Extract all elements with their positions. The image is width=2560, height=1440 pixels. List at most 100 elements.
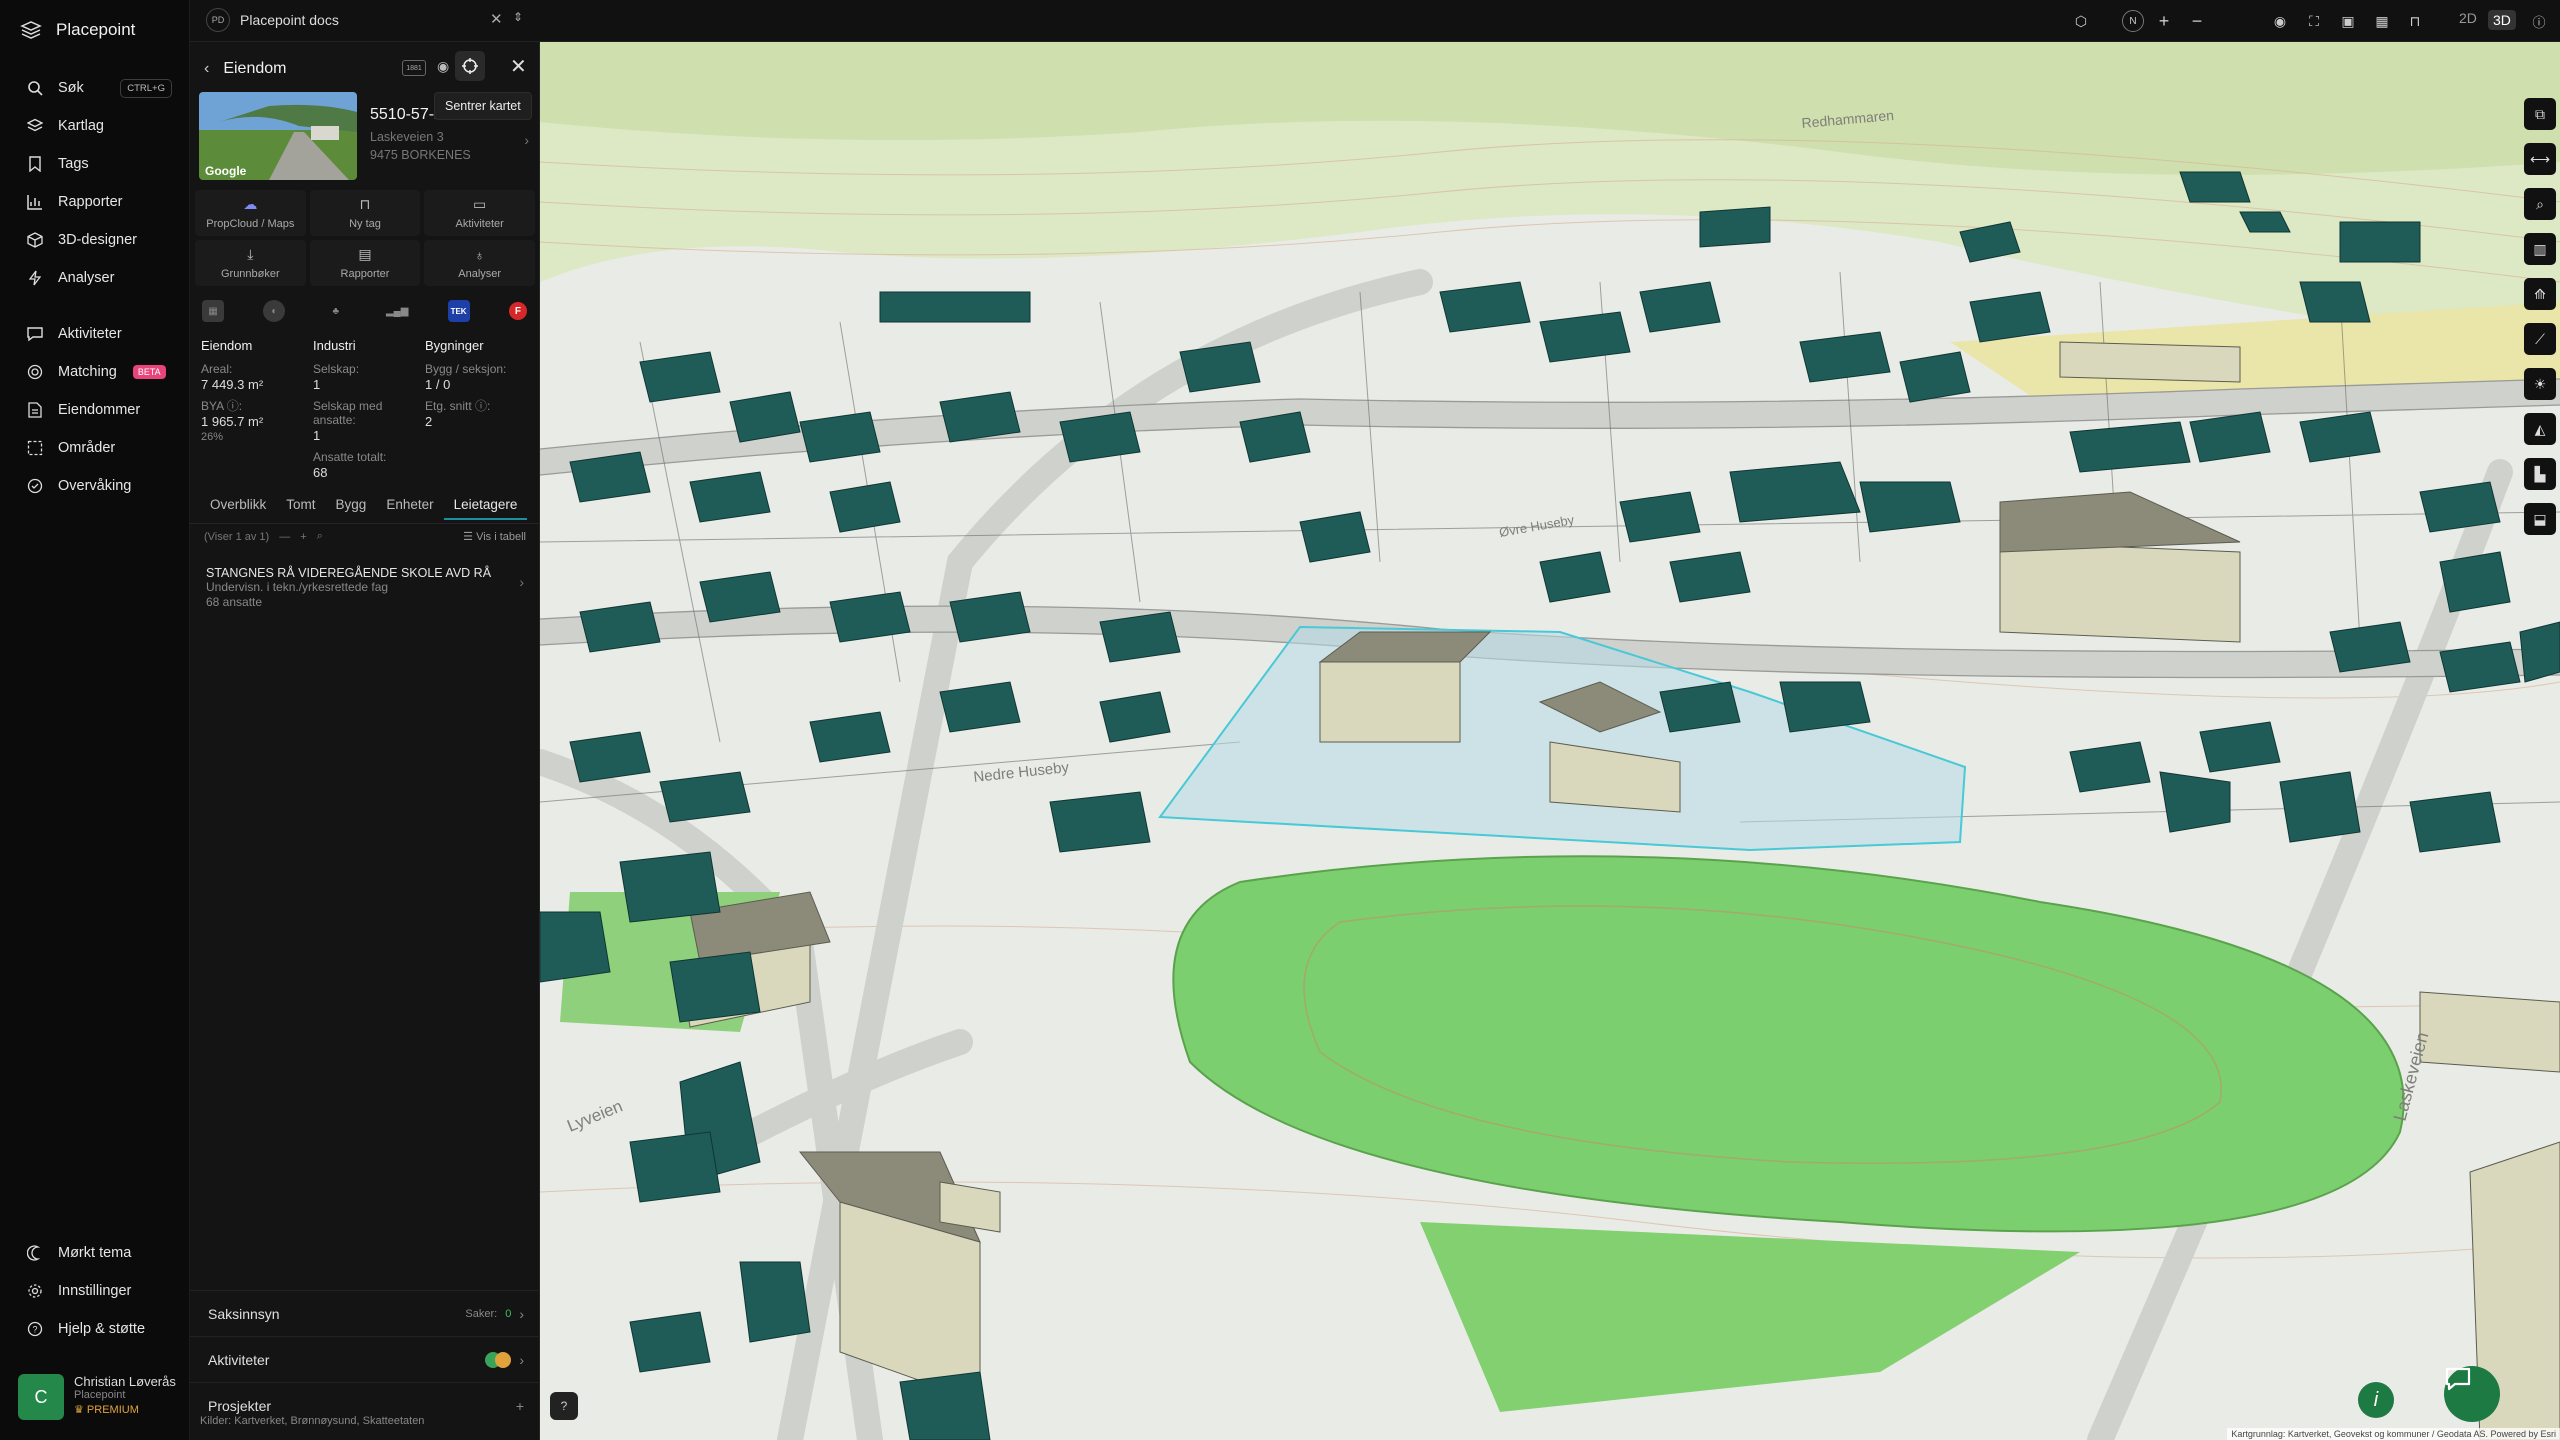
nav-item-analyser[interactable]: Analyser [0,259,190,297]
view-2d-button[interactable]: 2D [2459,10,2477,26]
skyline-icon[interactable]: ▙ [2524,458,2556,490]
close-panel-icon[interactable]: ✕ [510,54,527,79]
analyses-button[interactable]: ♁ Analyser [424,240,535,286]
nav-item-help[interactable]: ? Hjelp & støtte [0,1310,190,1348]
zoom-in-icon[interactable]: + [2153,10,2175,32]
layers-tool-icon[interactable]: ⧉ [2524,98,2556,130]
map-attribution: Kartgrunnlag: Kartverket, Geovekst og ko… [2227,1428,2560,1440]
list-item[interactable]: STANGNES RÅ VIDEREGÅENDE SKOLE AVD RÅ Un… [206,566,524,610]
chevron-right-icon[interactable]: › [524,132,529,148]
add-project-button[interactable]: + [516,1398,524,1414]
help-icon[interactable]: ? [550,1392,578,1420]
camera-icon[interactable]: ▣ [2337,10,2359,32]
back-chevron-icon[interactable]: ‹ [204,60,209,78]
reports-button[interactable]: ▤ Rapporter [309,240,421,286]
tab-tomt[interactable]: Tomt [276,497,325,520]
section-label: Prosjekter [208,1397,272,1414]
export-3d-icon[interactable]: ⬡ [2070,10,2092,32]
chat-icon [26,325,44,343]
collapse-icon[interactable]: — [279,531,290,543]
land-register-button[interactable]: ⤓ Grunnbøker [195,240,306,286]
tab-leietagere[interactable]: Leietagere [443,497,528,520]
nav-item-kartlag[interactable]: Kartlag [0,107,190,145]
nav-item-omrader[interactable]: Områder [0,429,190,467]
search-icon[interactable]: ⌕ [317,530,323,543]
id-badge-icon[interactable]: 1881 [402,60,426,76]
table-view-label: Vis i tabell [476,531,526,543]
google-logo: Google [205,164,247,178]
new-tag-button[interactable]: ⊓ Ny tag [309,190,421,236]
export-icon[interactable]: ⬓ [2524,503,2556,535]
tab-overblikk[interactable]: Overblikk [200,497,276,520]
activities-button[interactable]: ▭ Aktiviteter [424,190,535,236]
nav-item-dark-theme[interactable]: Mørkt tema [0,1234,190,1272]
bookmark-icon[interactable]: ⊓ [2404,10,2426,32]
info-icon[interactable]: ⓘ [2528,10,2550,32]
eye-icon[interactable]: ◉ [437,58,449,75]
nav-item-aktiviteter[interactable]: Aktiviteter [0,315,190,353]
nav-item-3d-designer[interactable]: 3D-designer [0,221,190,259]
section-saksinnsyn[interactable]: Saksinnsyn Saker: 0 › [190,1290,540,1336]
map-scene[interactable]: Redhammaren Øvre Huseby Nedre Huseby Las… [540,42,2560,1440]
source-link[interactable]: Brønnøysund, [291,1415,360,1427]
section-aktiviteter[interactable]: Aktiviteter › [190,1336,540,1382]
street-view-image[interactable]: Google [199,92,357,180]
chat-fab-icon[interactable] [2444,1366,2500,1422]
tek-badge[interactable]: TEK [447,300,470,322]
plan-label: PREMIUM [86,1404,139,1416]
nav-item-eiendommer[interactable]: Eiendommer [0,391,190,429]
property-address: Laskeveien 3 9475 BORKENES [370,128,471,164]
user-profile[interactable]: C Christian Løverås Placepoint ♛ PREMIUM [18,1374,176,1420]
plant-icon[interactable]: ♣ [325,300,347,322]
grid-icon[interactable]: ▦ [2371,10,2393,32]
compass-icon[interactable]: N [2122,10,2144,32]
nav-item-tags[interactable]: Tags [0,145,190,183]
tenant-industry: Undervisn. i tekn./yrkesrettede fag [206,580,389,594]
tab-bygg[interactable]: Bygg [326,497,377,520]
map-tools: ⧉ ⟷ ⌕ ▥ ⟰ ⟋ ☀ ◭ ▙ ⬓ [2524,98,2558,548]
table-view-button[interactable]: ☰ Vis i tabell [463,530,526,543]
f-badge[interactable]: F [508,302,527,320]
source-link[interactable]: Kartverket, [234,1415,287,1427]
stat-label: Bygg / seksjon: [425,362,507,376]
sun-icon[interactable]: ☀ [2524,368,2556,400]
profile-icon[interactable]: ⟋ [2524,323,2556,355]
expand-icon[interactable]: + [300,531,306,543]
source-link[interactable]: Skatteetaten [363,1415,425,1427]
center-map-icon[interactable] [455,51,485,81]
nav-item-sok[interactable]: Søk CTRL+G [0,69,190,107]
nav-item-overvaking[interactable]: Overvåking [0,467,190,505]
register-icon[interactable]: ▦ [202,300,224,322]
stat-value: 7 449.3 m² [201,377,264,392]
qa-label: Rapporter [340,268,390,280]
data-source-row: ▦ ◐ ♣ ▂▄▆ TEK F [202,300,527,322]
nav-label: Søk [58,80,84,96]
nav-label: Mørkt tema [58,1245,132,1261]
fullscreen-icon[interactable]: ⛶ [2303,10,2325,32]
statistics-icon[interactable]: ▥ [2524,233,2556,265]
view-3d-button[interactable]: 3D [2488,10,2516,30]
stat-label: Selskap: [313,362,360,376]
measure-icon[interactable]: ⟷ [2524,143,2556,175]
info-fab-icon[interactable]: i [2358,1382,2394,1418]
shadow-icon[interactable]: ◭ [2524,413,2556,445]
docs-tab[interactable]: PD Placepoint docs [206,8,339,32]
stat-value: 1 / 0 [425,377,451,392]
map-3d-view[interactable]: Redhammaren Øvre Huseby Nedre Huseby Las… [540,42,2560,1440]
search-area-icon[interactable]: ⌕ [2524,188,2556,220]
elevation-icon[interactable]: ⟰ [2524,278,2556,310]
brand[interactable]: Placepoint [20,20,135,40]
zoom-out-icon[interactable]: − [2186,10,2208,32]
propcloud-button[interactable]: ☁ PropCloud / Maps [195,190,306,236]
eye-icon[interactable]: ◉ [2269,10,2291,32]
help-icon: ? [26,1320,44,1338]
expand-tab-icon[interactable]: ⇕ [513,10,523,24]
close-tab-icon[interactable]: ✕ [490,10,503,28]
nav-item-settings[interactable]: Innstillinger [0,1272,190,1310]
check-circle-icon [26,477,44,495]
bar-level-icon[interactable]: ▂▄▆ [386,300,408,322]
nav-item-matching[interactable]: Matching BETA [0,353,190,391]
tab-enheter[interactable]: Enheter [376,497,443,520]
globe-icon[interactable]: ◐ [263,300,286,322]
nav-item-rapporter[interactable]: Rapporter [0,183,190,221]
